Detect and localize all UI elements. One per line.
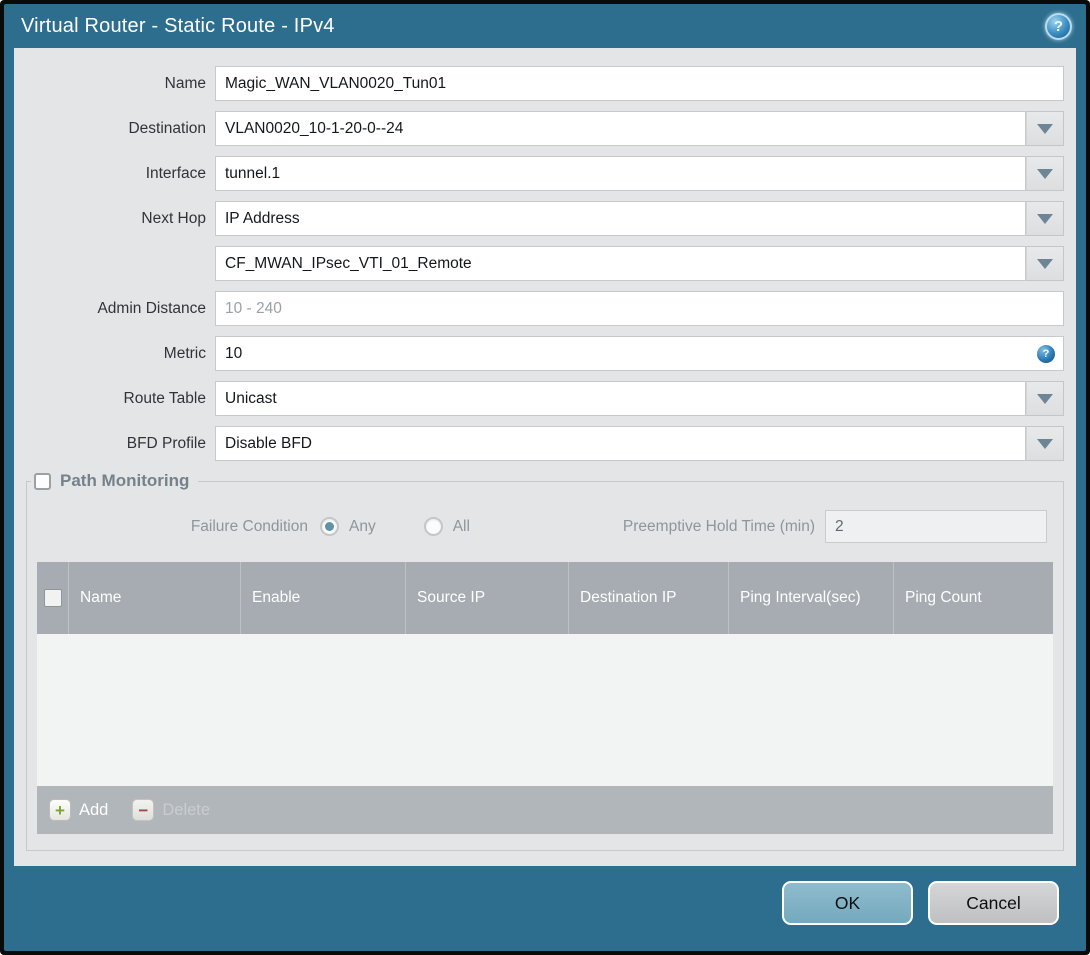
- path-monitoring-legend: Path Monitoring: [31, 471, 198, 491]
- next-hop-address-dropdown-button[interactable]: [1026, 246, 1064, 281]
- form-row-destination: Destination: [14, 111, 1064, 146]
- interface-input[interactable]: [215, 156, 1026, 191]
- chevron-down-icon: [1037, 258, 1053, 269]
- form-row-bfd-profile: BFD Profile: [14, 426, 1064, 461]
- name-field: [215, 66, 1064, 101]
- table-header-enable: Enable: [240, 562, 405, 634]
- path-monitoring-title: Path Monitoring: [60, 471, 190, 490]
- table-toolbar: + Add − Delete: [37, 786, 1053, 834]
- next-hop-label: Next Hop: [141, 209, 206, 227]
- table-body-empty: [37, 634, 1053, 786]
- path-monitoring-section: Path Monitoring Failure Condition Any Al…: [26, 471, 1064, 851]
- destination-label: Destination: [128, 119, 206, 137]
- preemptive-hold-time-label: Preemptive Hold Time (min): [622, 517, 815, 535]
- chevron-down-icon: [1037, 393, 1053, 404]
- interface-label: Interface: [145, 164, 206, 182]
- name-input[interactable]: [215, 66, 1064, 101]
- bfd-profile-label: BFD Profile: [126, 434, 206, 452]
- interface-dropdown-button[interactable]: [1026, 156, 1064, 191]
- destination-dropdown-button[interactable]: [1026, 111, 1064, 146]
- plus-icon: +: [49, 799, 71, 821]
- help-icon[interactable]: ?: [1045, 12, 1072, 40]
- dialog-titlebar: Virtual Router - Static Route - IPv4 ?: [4, 4, 1086, 48]
- table-header-select-cell: [37, 562, 68, 634]
- form-row-name: Name: [14, 66, 1064, 101]
- form-row-metric: Metric ?: [14, 336, 1064, 371]
- table-header-destination-ip: Destination IP: [568, 562, 728, 634]
- failure-condition-any-label: Any: [349, 517, 376, 535]
- route-table-input[interactable]: [215, 381, 1026, 416]
- preemptive-hold-time-input[interactable]: [825, 510, 1047, 543]
- minus-icon: −: [132, 799, 155, 821]
- next-hop-dropdown-button[interactable]: [1026, 201, 1064, 236]
- path-monitoring-checkbox[interactable]: [34, 472, 51, 490]
- dialog-content: Name Destination Interface: [14, 48, 1076, 866]
- cancel-button[interactable]: Cancel: [928, 881, 1059, 925]
- form-row-next-hop: Next Hop: [14, 201, 1064, 236]
- failure-condition-any-radio[interactable]: [320, 517, 339, 536]
- admin-distance-input[interactable]: [215, 291, 1064, 326]
- next-hop-field: [215, 201, 1064, 236]
- select-all-checkbox[interactable]: [43, 589, 62, 607]
- bfd-profile-dropdown-button[interactable]: [1026, 426, 1064, 461]
- failure-condition-all-radio[interactable]: [423, 517, 443, 536]
- form-row-interface: Interface: [14, 156, 1064, 191]
- destination-input[interactable]: [215, 111, 1026, 146]
- bfd-profile-field: [215, 426, 1064, 461]
- next-hop-address-field: [215, 246, 1064, 281]
- name-label: Name: [164, 74, 206, 92]
- bfd-profile-input[interactable]: [215, 426, 1026, 461]
- ok-button[interactable]: OK: [782, 881, 913, 925]
- next-hop-address-input[interactable]: [215, 246, 1026, 281]
- admin-distance-label: Admin Distance: [97, 299, 206, 317]
- metric-input[interactable]: [215, 336, 1064, 371]
- interface-field: [215, 156, 1064, 191]
- chevron-down-icon: [1037, 168, 1053, 179]
- delete-button-label: Delete: [162, 800, 211, 819]
- next-hop-type-input[interactable]: [215, 201, 1026, 236]
- table-header-name: Name: [68, 562, 240, 634]
- metric-help-icon[interactable]: ?: [1037, 344, 1055, 363]
- chevron-down-icon: [1037, 438, 1053, 449]
- chevron-down-icon: [1037, 123, 1053, 134]
- table-header-row: Name Enable Source IP Destination IP Pin…: [37, 562, 1053, 634]
- add-button[interactable]: + Add: [49, 799, 108, 821]
- dialog-footer: OK Cancel: [4, 866, 1086, 951]
- dialog-frame: Virtual Router - Static Route - IPv4 ? N…: [0, 0, 1090, 955]
- failure-condition-all-label: All: [452, 517, 470, 535]
- admin-distance-field: [215, 291, 1064, 326]
- form-row-next-hop-address: [14, 246, 1064, 281]
- form-row-admin-distance: Admin Distance: [14, 291, 1064, 326]
- delete-button[interactable]: − Delete: [132, 799, 210, 821]
- destination-field: [215, 111, 1064, 146]
- path-monitoring-table: Name Enable Source IP Destination IP Pin…: [37, 562, 1053, 834]
- metric-label: Metric: [163, 344, 206, 362]
- table-header-ping-interval: Ping Interval(sec): [728, 562, 893, 634]
- chevron-down-icon: [1037, 213, 1053, 224]
- dialog-title: Virtual Router - Static Route - IPv4: [21, 14, 335, 37]
- route-table-field: [215, 381, 1064, 416]
- static-route-dialog: Virtual Router - Static Route - IPv4 ? N…: [4, 4, 1086, 951]
- table-header-ping-count: Ping Count: [893, 562, 1053, 634]
- route-table-label: Route Table: [123, 389, 206, 407]
- failure-condition-row: Failure Condition Any All Preemptive Hol…: [27, 509, 1047, 544]
- failure-condition-label: Failure Condition: [190, 517, 308, 535]
- add-button-label: Add: [79, 800, 109, 819]
- metric-field: ?: [215, 336, 1064, 371]
- form-row-route-table: Route Table: [14, 381, 1064, 416]
- table-header-source-ip: Source IP: [405, 562, 568, 634]
- route-table-dropdown-button[interactable]: [1026, 381, 1064, 416]
